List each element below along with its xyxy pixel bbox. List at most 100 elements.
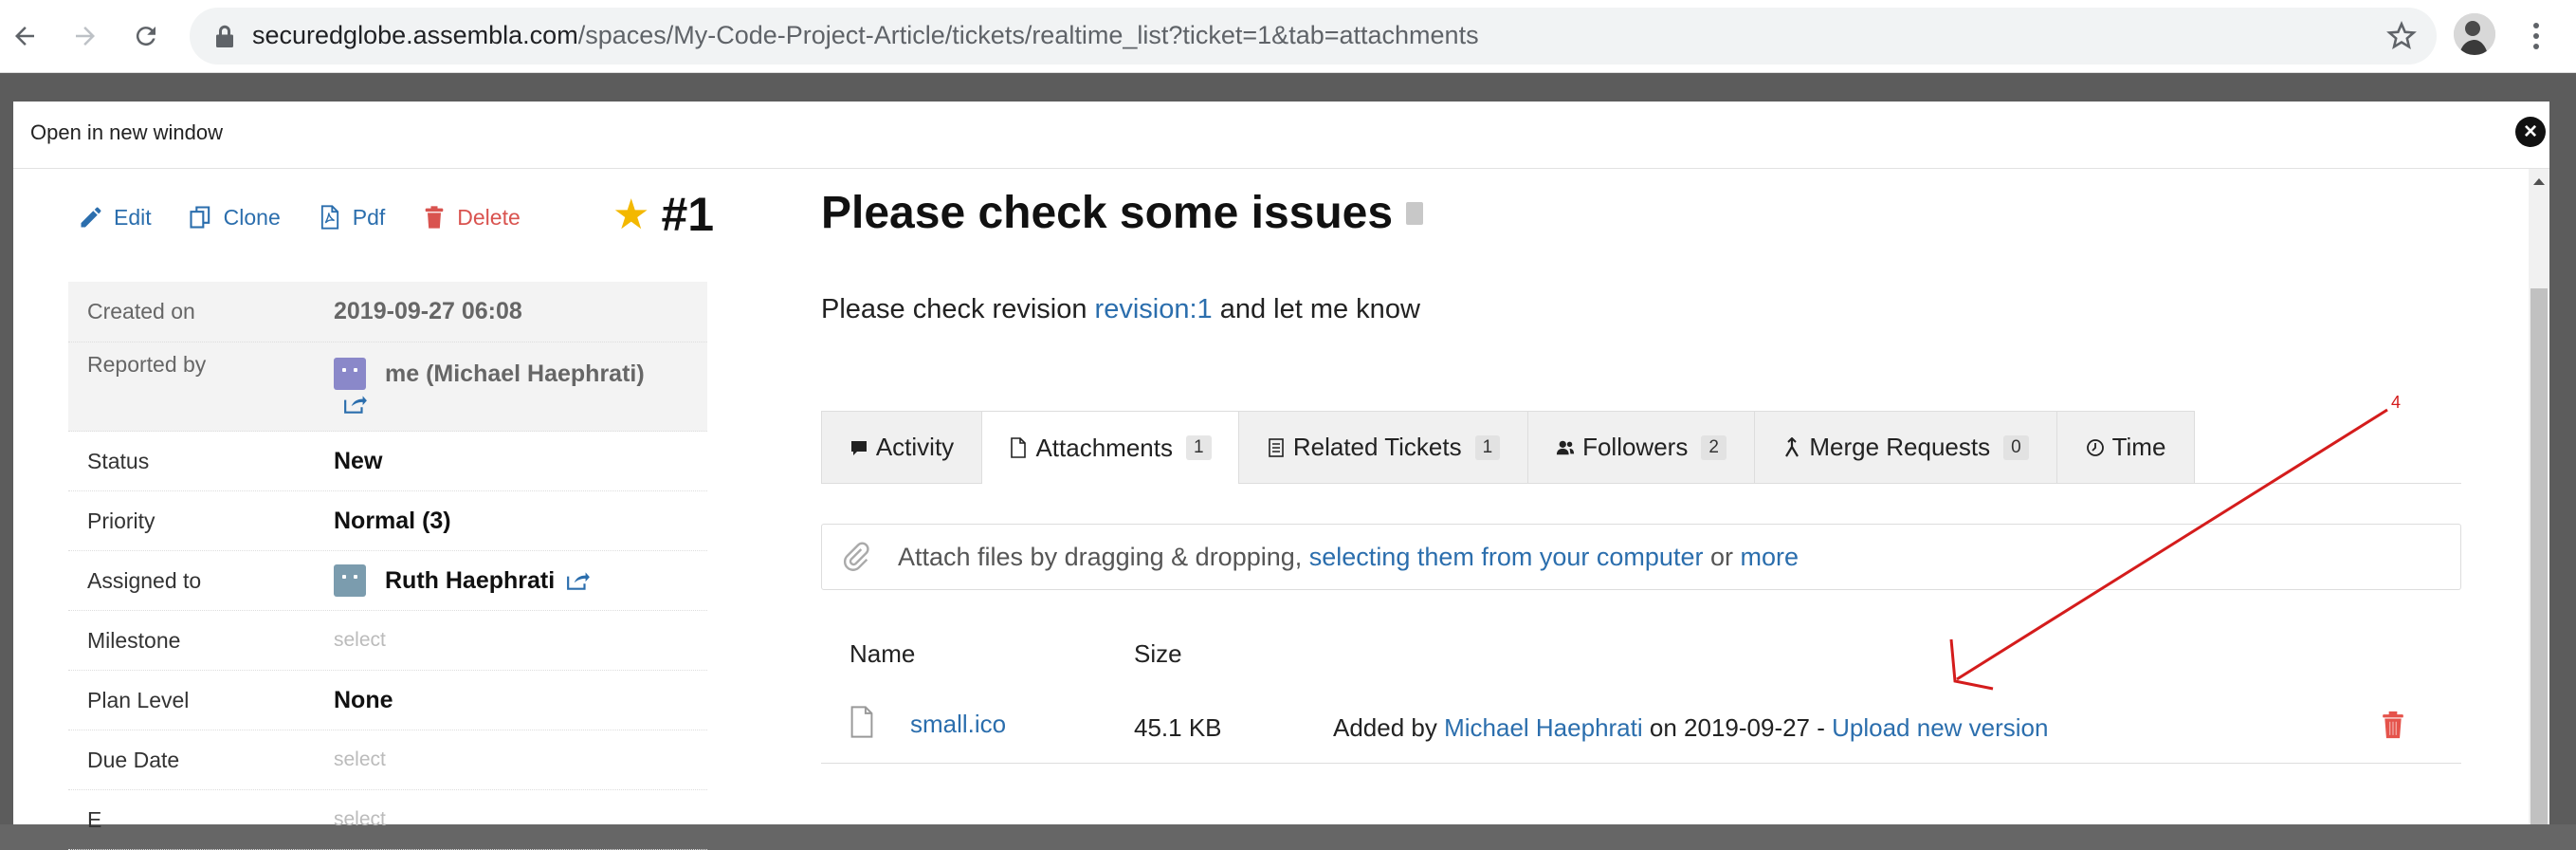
favorite-star-icon[interactable]: ★ [612,191,649,239]
tab-related-tickets[interactable]: Related Tickets 1 [1238,411,1528,483]
clone-icon [190,206,210,229]
back-button[interactable] [4,15,46,57]
column-header-size: Size [1134,639,1182,668]
file-meta: Added by Michael Haephrati on 2019-09-27… [1333,713,2048,743]
property-created-on: Created on 2019-09-27 06:08 [68,282,707,342]
tab-activity[interactable]: Activity [821,411,982,483]
url-text: securedglobe.assembla.com/spaces/My-Code… [252,21,1479,50]
avatar [334,564,366,597]
property-status: Status New [68,432,707,491]
property-label: Priority [87,508,155,533]
pdf-button[interactable]: Pdf [317,204,385,231]
tab-followers[interactable]: Followers 2 [1527,411,1755,483]
tab-count-badge: 1 [1185,435,1212,460]
edit-button[interactable]: Edit [78,204,152,231]
property-value[interactable]: Normal (3) [334,508,707,535]
trash-icon [425,206,444,229]
browser-menu-button[interactable] [2522,17,2550,55]
milestone-select[interactable]: select [334,629,707,652]
pdf-file-icon [320,205,338,230]
reload-icon [136,27,155,46]
description-text: and let me know [1212,294,1420,324]
property-value[interactable]: None [334,687,707,714]
property-priority: Priority Normal (3) [68,491,707,551]
tab-count-badge: 2 [1701,434,1726,460]
merge-icon [1785,436,1800,457]
property-label: Created on [87,299,195,323]
property-value: me (Michael Haephrati) [334,352,707,415]
property-label: Status [87,448,150,473]
ticket-properties: Created on 2019-09-27 06:08 Reported by … [68,282,707,850]
list-document-icon [1269,437,1284,457]
external-link-icon[interactable] [566,570,591,591]
open-in-new-window-link[interactable]: Open in new window [30,120,223,145]
meta-text: Added by [1333,713,1445,742]
property-cutoff: E select [68,790,707,850]
revision-link[interactable]: revision:1 [1095,294,1213,324]
tab-count-badge: 1 [1474,434,1501,460]
users-icon [1556,440,1575,454]
reload-button[interactable] [125,15,167,57]
lock-icon [216,25,233,47]
arrow-left-icon [15,27,34,46]
scroll-thumb[interactable] [2530,288,2548,824]
user-link[interactable]: Michael Haephrati [1444,713,1643,742]
property-label: E [87,806,102,832]
file-name-link[interactable]: small.ico [910,710,1006,739]
tab-label: Activity [875,433,955,461]
external-link-icon[interactable] [343,394,368,415]
modal-scrollbar[interactable] [2529,169,2549,824]
annotation-label: 4 [2391,393,2402,412]
table-row: small.ico 45.1 KB Added by Michael Haeph… [821,685,2461,764]
tab-merge-requests[interactable]: Merge Requests 0 [1754,411,2057,483]
bookmark-star-icon[interactable] [2385,20,2418,52]
clipboard-icon[interactable] [1406,201,1424,225]
assignee-name: Ruth Haephrati [385,566,556,594]
attachment-dropzone[interactable]: Attach files by dragging & dropping, sel… [821,524,2461,590]
delete-button[interactable]: Delete [421,204,521,231]
file-icon [1011,437,1027,458]
property-label: Due Date [87,747,180,772]
tab-label: Merge Requests [1809,433,1991,461]
property-select[interactable]: select [334,808,707,831]
profile-avatar[interactable] [2454,13,2495,55]
upload-new-version-link[interactable]: Upload new version [1832,713,2048,742]
address-bar[interactable]: securedglobe.assembla.com/spaces/My-Code… [190,8,2437,65]
user-photo-icon [2454,13,2495,55]
tab-label: Related Tickets [1292,433,1462,461]
tab-attachments[interactable]: Attachments 1 [981,411,1239,484]
scroll-up-arrow-icon[interactable] [2529,169,2549,194]
ticket-title-text: Please check some issues [821,188,1394,238]
file-icon [850,706,873,738]
ticket-number: ★ #1 [612,187,714,242]
tab-label: Attachments [1035,433,1173,462]
trash-icon[interactable] [2381,710,2405,740]
forward-button[interactable] [64,15,106,57]
reporter-name: me (Michael Haephrati) [385,360,645,387]
ticket-toolbar: Edit Clone Pdf Delete [78,196,557,238]
property-label: Milestone [87,627,181,653]
file-size: 45.1 KB [1134,713,1222,742]
close-icon[interactable]: × [2515,117,2546,147]
tab-time[interactable]: Time [2056,411,2195,483]
property-label: Reported by [87,352,207,377]
property-value[interactable]: New [334,448,707,475]
select-files-link[interactable]: selecting them from your computer [1309,543,1704,572]
more-link[interactable]: more [1740,543,1799,572]
clone-button[interactable]: Clone [188,204,281,231]
tab-label: Followers [1582,433,1689,461]
property-value[interactable]: Ruth Haephrati [334,564,707,597]
property-milestone: Milestone select [68,611,707,671]
pencil-icon [81,207,101,228]
tab-count-badge: 0 [2003,434,2029,460]
comment-icon [850,440,867,455]
property-label: Assigned to [87,567,202,593]
meta-date: on 2019-09-27 - [1642,713,1833,742]
paperclip-icon [843,542,869,571]
tab-label: Time [2111,433,2166,461]
property-reported-by: Reported by me (Michael Haephrati) [68,342,707,432]
dropzone-text: or [1703,542,1741,571]
due-date-select[interactable]: select [334,748,707,771]
table-header: Name Size [821,619,2461,685]
arrow-right-icon [76,27,95,46]
